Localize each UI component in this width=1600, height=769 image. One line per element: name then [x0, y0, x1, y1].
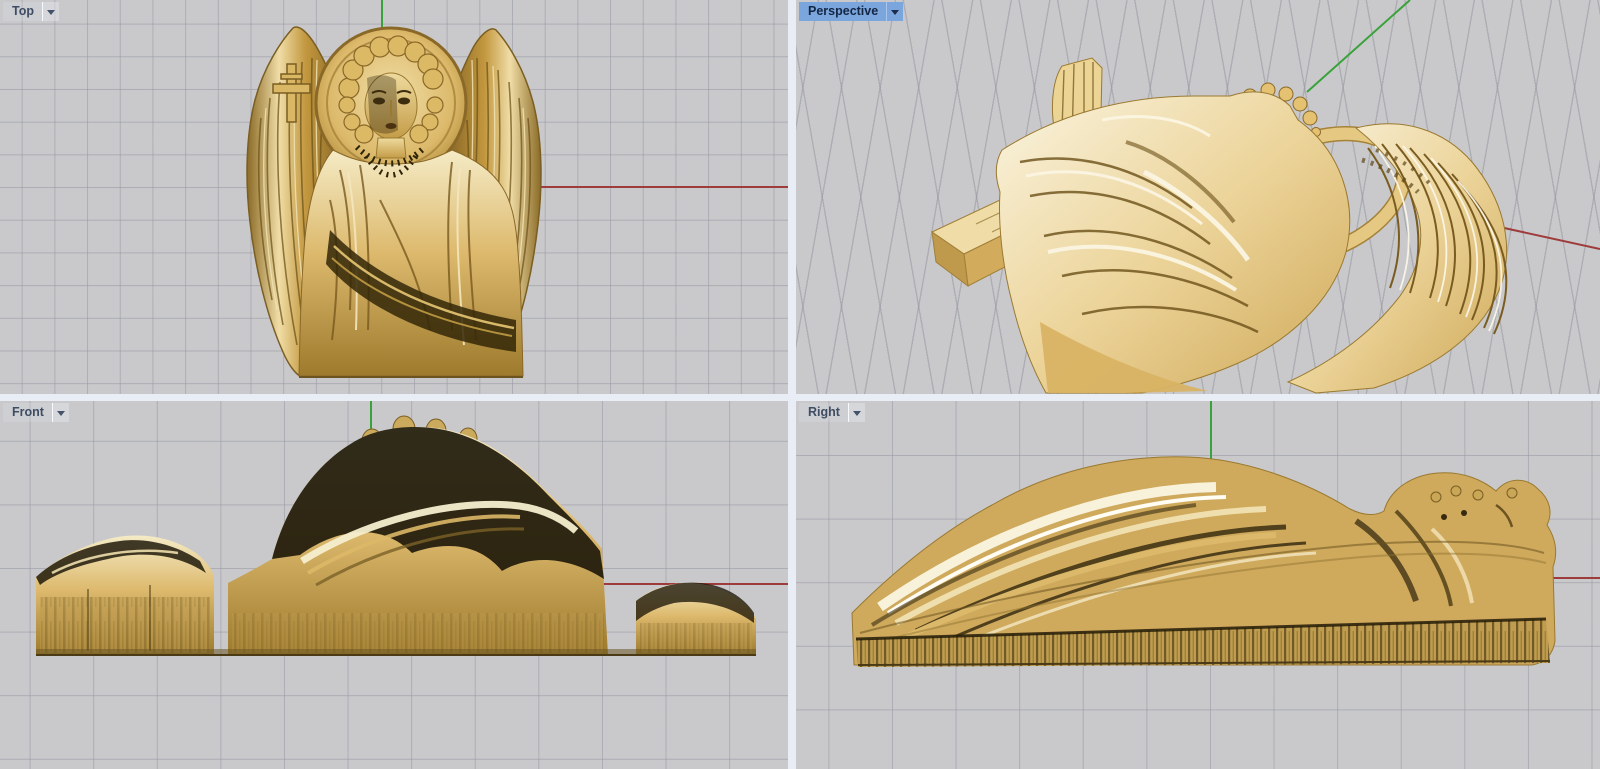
viewport-tab-front[interactable]: Front [3, 403, 69, 422]
dropdown-arrow-icon [853, 411, 861, 416]
viewport-front[interactable]: Front [0, 401, 788, 769]
model-front-view[interactable] [0, 401, 788, 769]
dropdown-arrow-icon [47, 10, 55, 15]
viewport-right[interactable]: Right [796, 401, 1600, 769]
viewport-title[interactable]: Front [3, 403, 52, 422]
dropdown-arrow-icon [891, 10, 899, 15]
viewport-tab-perspective[interactable]: Perspective [799, 2, 903, 21]
model-perspective-view[interactable] [796, 0, 1600, 394]
viewport-title[interactable]: Right [799, 403, 848, 422]
viewport-menu-button[interactable] [848, 403, 865, 422]
viewport-title[interactable]: Perspective [799, 2, 886, 21]
model-top-view[interactable] [0, 0, 788, 394]
viewport-tab-right[interactable]: Right [799, 403, 865, 422]
cad-workspace: Top [0, 0, 1600, 769]
viewport-title[interactable]: Top [3, 2, 42, 21]
model-right-view[interactable] [796, 401, 1600, 769]
viewport-top[interactable]: Top [0, 0, 788, 394]
viewport-menu-button[interactable] [886, 2, 903, 21]
viewport-perspective[interactable]: Perspective [796, 0, 1600, 394]
viewport-menu-button[interactable] [42, 2, 59, 21]
viewport-tab-top[interactable]: Top [3, 2, 59, 21]
dropdown-arrow-icon [57, 411, 65, 416]
viewport-menu-button[interactable] [52, 403, 69, 422]
